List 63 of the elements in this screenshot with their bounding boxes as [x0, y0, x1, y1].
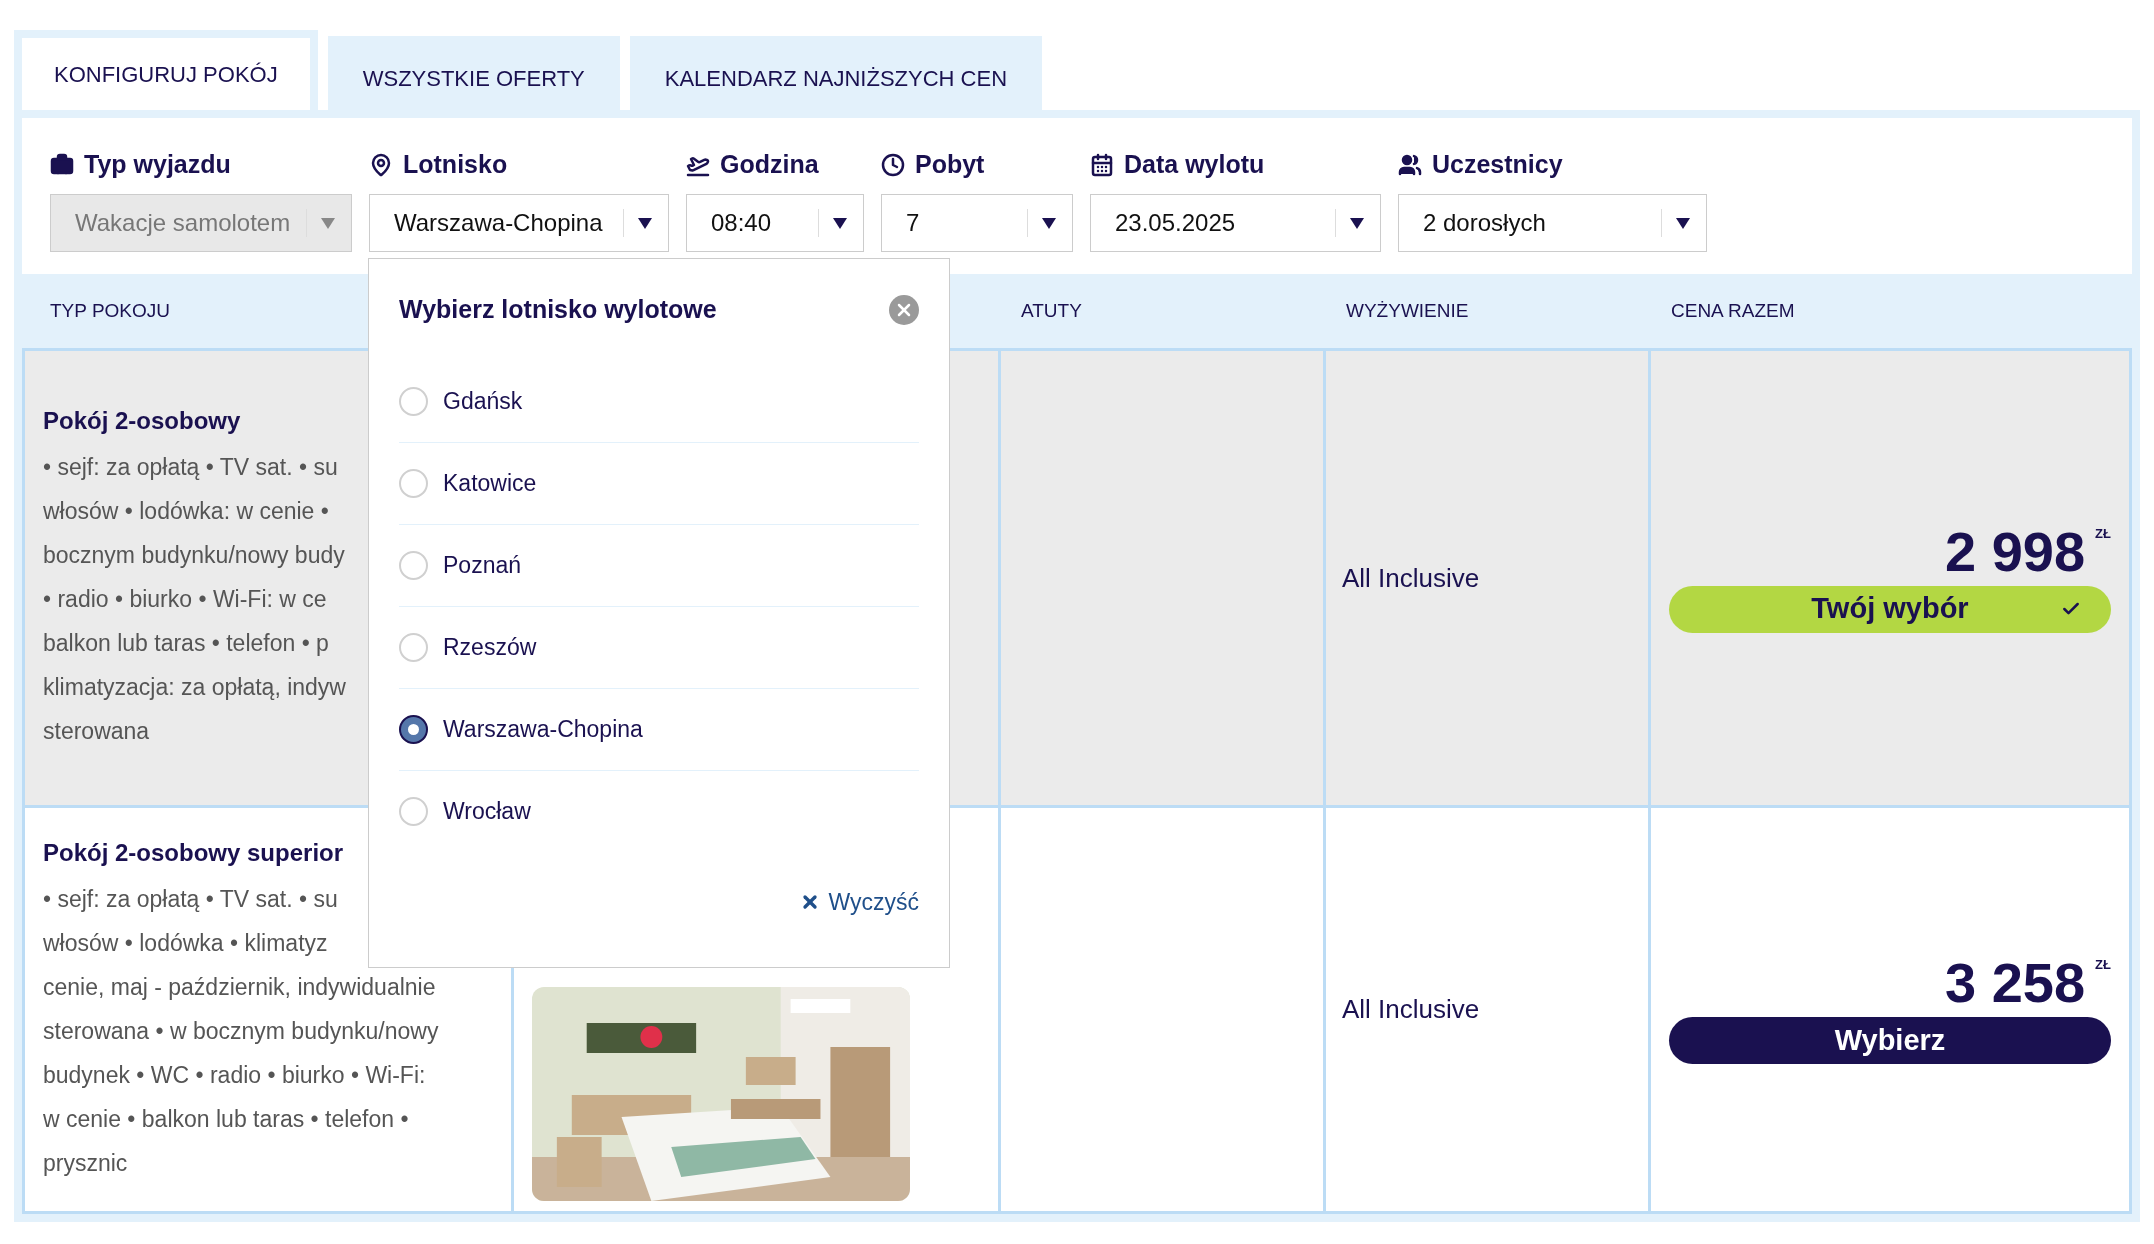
- selected-choice-button[interactable]: Twój wybór: [1669, 585, 2111, 633]
- radio-button[interactable]: [399, 714, 428, 744]
- airport-option[interactable]: Katowice: [399, 442, 919, 525]
- airport-option[interactable]: Wrocław: [399, 770, 919, 853]
- clear-button[interactable]: Wyczyść: [800, 884, 919, 919]
- clock-icon: [881, 153, 905, 177]
- room-description-line: sterowana • w bocznym budynku/nowy: [43, 1016, 439, 1046]
- room-description-line: • sejf: za opłatą • TV sat. • su: [43, 884, 338, 914]
- airport-option[interactable]: Gdańsk: [399, 360, 919, 443]
- caret-icon: [1042, 217, 1056, 229]
- airport-option[interactable]: Warszawa-Chopina: [399, 688, 919, 771]
- popup-title: Wybierz lotnisko wylotowe: [399, 294, 717, 325]
- dropdown[interactable]: 08:40: [686, 194, 864, 252]
- filter-label: Lotnisko: [403, 149, 508, 181]
- column-header: TYP POKOJU: [50, 298, 170, 323]
- column-header: ATUTY: [1020, 298, 1083, 323]
- room-description-line: balkon lub taras • telefon • p: [43, 629, 329, 658]
- room-title: Pokój 2-osobowy superior: [43, 837, 344, 868]
- room-description-line: prysznic: [43, 1148, 128, 1178]
- room-description-line: włosów • lodówka • klimatyz: [43, 928, 328, 958]
- airport-option[interactable]: Rzeszów: [399, 606, 919, 689]
- caret-icon: [833, 217, 847, 229]
- board-type: All Inclusive: [1342, 993, 1480, 1026]
- dropdown[interactable]: 2 dorosłych: [1398, 194, 1707, 252]
- tab[interactable]: KALENDARZ NAJNIŻSZYCH CEN: [629, 36, 1043, 110]
- price: 3 258: [1944, 955, 2086, 1011]
- select-button[interactable]: Wybierz: [1669, 1017, 2111, 1064]
- dropdown[interactable]: 7: [881, 194, 1073, 252]
- filter-label: Data wylotu: [1124, 149, 1265, 181]
- tab[interactable]: KONFIGURUJ POKÓJ: [14, 30, 318, 110]
- room-title: Pokój 2-osobowy: [43, 406, 241, 436]
- column-header: WYŻYWIENIE: [1345, 298, 1470, 323]
- filter-label: Godzina: [720, 149, 819, 181]
- briefcase-icon: [50, 153, 74, 177]
- tab[interactable]: WSZYSTKIE OFERTY: [327, 36, 620, 110]
- room-description-line: klimatyzacja: za opłatą, indyw: [43, 673, 346, 702]
- people-icon: [1398, 153, 1422, 177]
- room-description-line: cenie, maj - październik, indywidualnie: [43, 972, 436, 1002]
- room-description-line: włosów • lodówka: w cenie •: [43, 497, 329, 526]
- calendar-icon: [1090, 153, 1114, 177]
- room-description-line: budynek • WC • radio • biurko • Wi-Fi:: [43, 1060, 426, 1090]
- room-description-line: • sejf: za opłatą • TV sat. • su: [43, 453, 338, 482]
- dropdown[interactable]: 23.05.2025: [1090, 194, 1381, 252]
- filter-label: Pobyt: [915, 149, 985, 181]
- room-description-line: bocznym budynku/nowy budy: [43, 541, 345, 570]
- caret-icon: [638, 217, 652, 229]
- caret-icon: [1676, 217, 1690, 229]
- caret-icon: [1350, 217, 1364, 229]
- airport-option[interactable]: Poznań: [399, 524, 919, 607]
- filter-label: Uczestnicy: [1432, 149, 1563, 181]
- board-type: All Inclusive: [1342, 561, 1480, 595]
- currency: ZŁ: [2095, 956, 2111, 974]
- map-pin-icon: [369, 153, 393, 177]
- room-description-line: sterowana: [43, 717, 150, 746]
- caret-icon: [321, 217, 335, 229]
- column-header: CENA RAZEM: [1670, 298, 1796, 323]
- currency: ZŁ: [2095, 524, 2111, 543]
- room-description-line: w cenie • balkon lub taras • telefon •: [43, 1104, 409, 1134]
- close-icon[interactable]: [889, 294, 919, 325]
- price: 2 998: [1944, 523, 2086, 580]
- dropdown[interactable]: Warszawa-Chopina: [369, 194, 669, 252]
- room-description-line: • radio • biurko • Wi-Fi: w ce: [43, 585, 327, 614]
- filter-label: Typ wyjazdu: [84, 149, 231, 181]
